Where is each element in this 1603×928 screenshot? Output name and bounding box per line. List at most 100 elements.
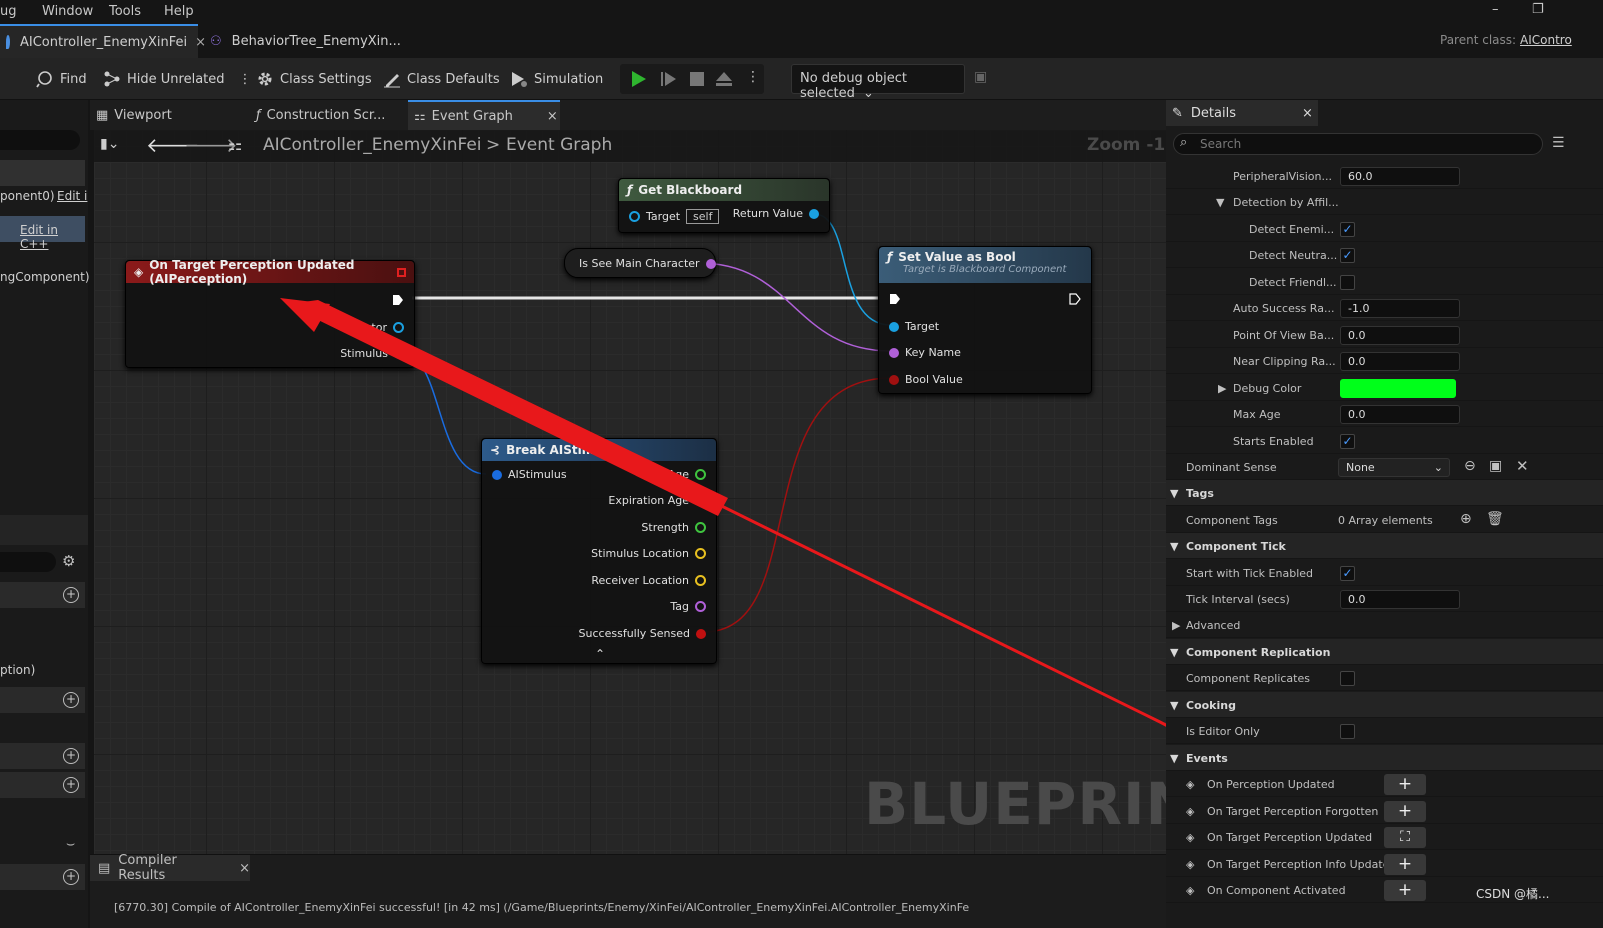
pin-stimulus[interactable]: Stimulus [340,347,404,360]
use-selected-icon[interactable]: ⊖ [1464,458,1476,474]
dominant-sense-dropdown[interactable]: None ⌄ [1338,458,1450,477]
point-of-view-field[interactable]: 0.0 [1340,326,1460,345]
tab-compiler-results[interactable]: ▤ Compiler Results × [90,853,250,883]
self-field[interactable]: self [686,209,720,224]
exec-in-pin[interactable] [889,293,901,305]
find-button[interactable]: Find [36,68,87,90]
stop-icon[interactable] [688,70,706,88]
gear-icon[interactable]: ⚙ [62,552,75,570]
node-on-target-perception-updated[interactable]: ◈ On Target Perception Updated (AIPercep… [125,258,415,368]
pin-target[interactable]: Target self [629,209,720,224]
left-row[interactable] [0,160,85,186]
section-tags[interactable]: ▼ Tags [1166,480,1603,506]
menu-help[interactable]: Help [164,4,194,19]
pin-tag[interactable]: Tag [670,600,706,613]
view-options-icon[interactable]: ☰ [1552,135,1565,151]
add-event-button[interactable]: + [1384,854,1426,875]
exec-out-pin[interactable] [392,294,404,306]
add-macro-icon[interactable]: + [63,692,79,708]
pin-target[interactable]: Target [889,320,939,333]
tick-interval-field[interactable]: 0.0 [1340,590,1460,609]
close-tab-icon[interactable]: × [1302,106,1313,121]
restore-button[interactable]: ❐ [1532,2,1544,17]
breadcrumb-root[interactable]: AIController_EnemyXinFei [263,135,482,155]
add-event-button[interactable]: + [1384,774,1426,795]
pin-return-value[interactable]: Return Value [733,207,819,220]
expand-icon[interactable]: ▼ [1216,196,1224,209]
debug-color-swatch[interactable] [1340,379,1456,398]
starts-enabled-checkbox[interactable]: ✓ [1340,434,1355,449]
tab-behaviortree[interactable]: ⚇ BehaviorTree_EnemyXin... [210,24,401,58]
detect-friendlies-checkbox[interactable] [1340,275,1355,290]
section-events[interactable]: ▼ Events [1166,745,1603,771]
node-set-value-as-bool[interactable]: ƒ Set Value as Bool Target is Blackboard … [878,246,1092,394]
menu-debug[interactable]: ug [0,4,17,19]
debug-filter-icon[interactable]: ▣ [974,69,987,85]
row-advanced[interactable]: ▶ Advanced [1166,612,1603,638]
edit-link[interactable]: Edit i [57,189,87,203]
start-tick-checkbox[interactable]: ✓ [1340,566,1355,581]
details-search-input[interactable]: ⌕ Search [1173,133,1543,155]
add-graph-icon[interactable]: + [63,587,79,603]
pin-receiver-location[interactable]: Receiver Location [591,574,706,587]
expand-icon[interactable]: ▶ [1218,382,1226,395]
class-defaults-button[interactable]: Class Defaults [383,68,500,90]
trash-icon[interactable]: 🗑 [1486,511,1504,527]
pin-successfully-sensed[interactable]: Successfully Sensed [579,627,706,640]
blueprint-search-input[interactable] [0,130,80,150]
add-dispatcher-icon[interactable]: + [63,777,79,793]
event-graph-canvas[interactable]: ◈ On Target Perception Updated (AIPercep… [94,130,1188,872]
collapse-icon[interactable]: ⌣ [66,836,75,852]
simulation-button[interactable]: Simulation [510,68,603,90]
add-element-icon[interactable]: ⊕ [1460,511,1472,527]
more-icon[interactable]: ⋮ [239,72,252,87]
close-tab-icon[interactable]: × [239,861,250,876]
class-settings-button[interactable]: Class Settings [256,68,372,90]
editor-only-checkbox[interactable] [1340,724,1355,739]
pin-expiration-age[interactable]: Expiration Age [608,494,706,507]
tab-details[interactable]: ✎ Details × [1166,100,1318,126]
menu-window[interactable]: Window [42,4,93,19]
auto-success-field[interactable]: -1.0 [1340,299,1460,318]
pin-key-name[interactable]: Key Name [889,346,961,359]
add-event-button[interactable]: + [1384,801,1426,822]
bookmark-icon[interactable]: ▮⌄ [100,136,119,152]
delegate-pin-icon[interactable] [397,267,406,277]
pin-stimulus-location[interactable]: Stimulus Location [591,547,706,560]
play-options-icon[interactable]: ⋮ [746,69,760,85]
pin-age[interactable]: Age [668,468,706,481]
detect-enemies-checkbox[interactable]: ✓ [1340,222,1355,237]
replicates-checkbox[interactable] [1340,671,1355,686]
node-is-see-main-character[interactable]: Is See Main Character [564,248,716,278]
tab-event-graph[interactable]: ⚏ Event Graph × [408,100,560,130]
pin-bool-value[interactable]: Bool Value [889,373,963,386]
step-icon[interactable] [660,70,678,88]
peripheral-vision-field[interactable]: 60.0 [1340,167,1460,186]
collapse-node-icon[interactable]: ⌃ [595,647,605,661]
pin-actor[interactable]: Actor [358,321,404,334]
close-tab-icon[interactable]: × [195,35,206,50]
add-event-button[interactable]: + [1384,880,1426,901]
my-blueprint-search-input[interactable] [0,552,56,572]
section-component-replication[interactable]: ▼ Component Replication [1166,639,1603,665]
node-get-blackboard[interactable]: ƒ Get Blackboard Target self Return Value [618,178,830,233]
node-break-aistimulus[interactable]: ⊰ Break AIStimulus AIStimulus Age Expira… [481,438,717,664]
browse-icon[interactable]: ▣ [1489,458,1502,474]
section-cooking[interactable]: ▼ Cooking [1166,692,1603,718]
play-icon[interactable] [630,70,648,88]
pin-strength[interactable]: Strength [641,521,706,534]
detect-neutrals-checkbox[interactable]: ✓ [1340,248,1355,263]
minimize-button[interactable]: – [1492,2,1499,17]
tab-construction-script[interactable]: ƒ Construction Scr... [256,100,385,130]
debug-object-dropdown[interactable]: No debug object selected ⌄ [791,64,965,101]
max-age-field[interactable]: 0.0 [1340,405,1460,424]
tab-aicontroller[interactable]: AIController_EnemyXinFei × [0,24,206,58]
view-event-button[interactable]: ⛶ [1384,827,1426,848]
close-tab-icon[interactable]: × [547,109,558,124]
pin-aistimulus[interactable]: AIStimulus [492,468,567,481]
parent-class-link[interactable]: AIContro [1520,33,1572,47]
exec-out-pin[interactable] [1069,293,1081,305]
add-variable-icon[interactable]: + [63,748,79,764]
hide-unrelated-button[interactable]: Hide Unrelated ⋮ [103,68,252,90]
clear-icon[interactable]: ✕ [1516,457,1529,475]
